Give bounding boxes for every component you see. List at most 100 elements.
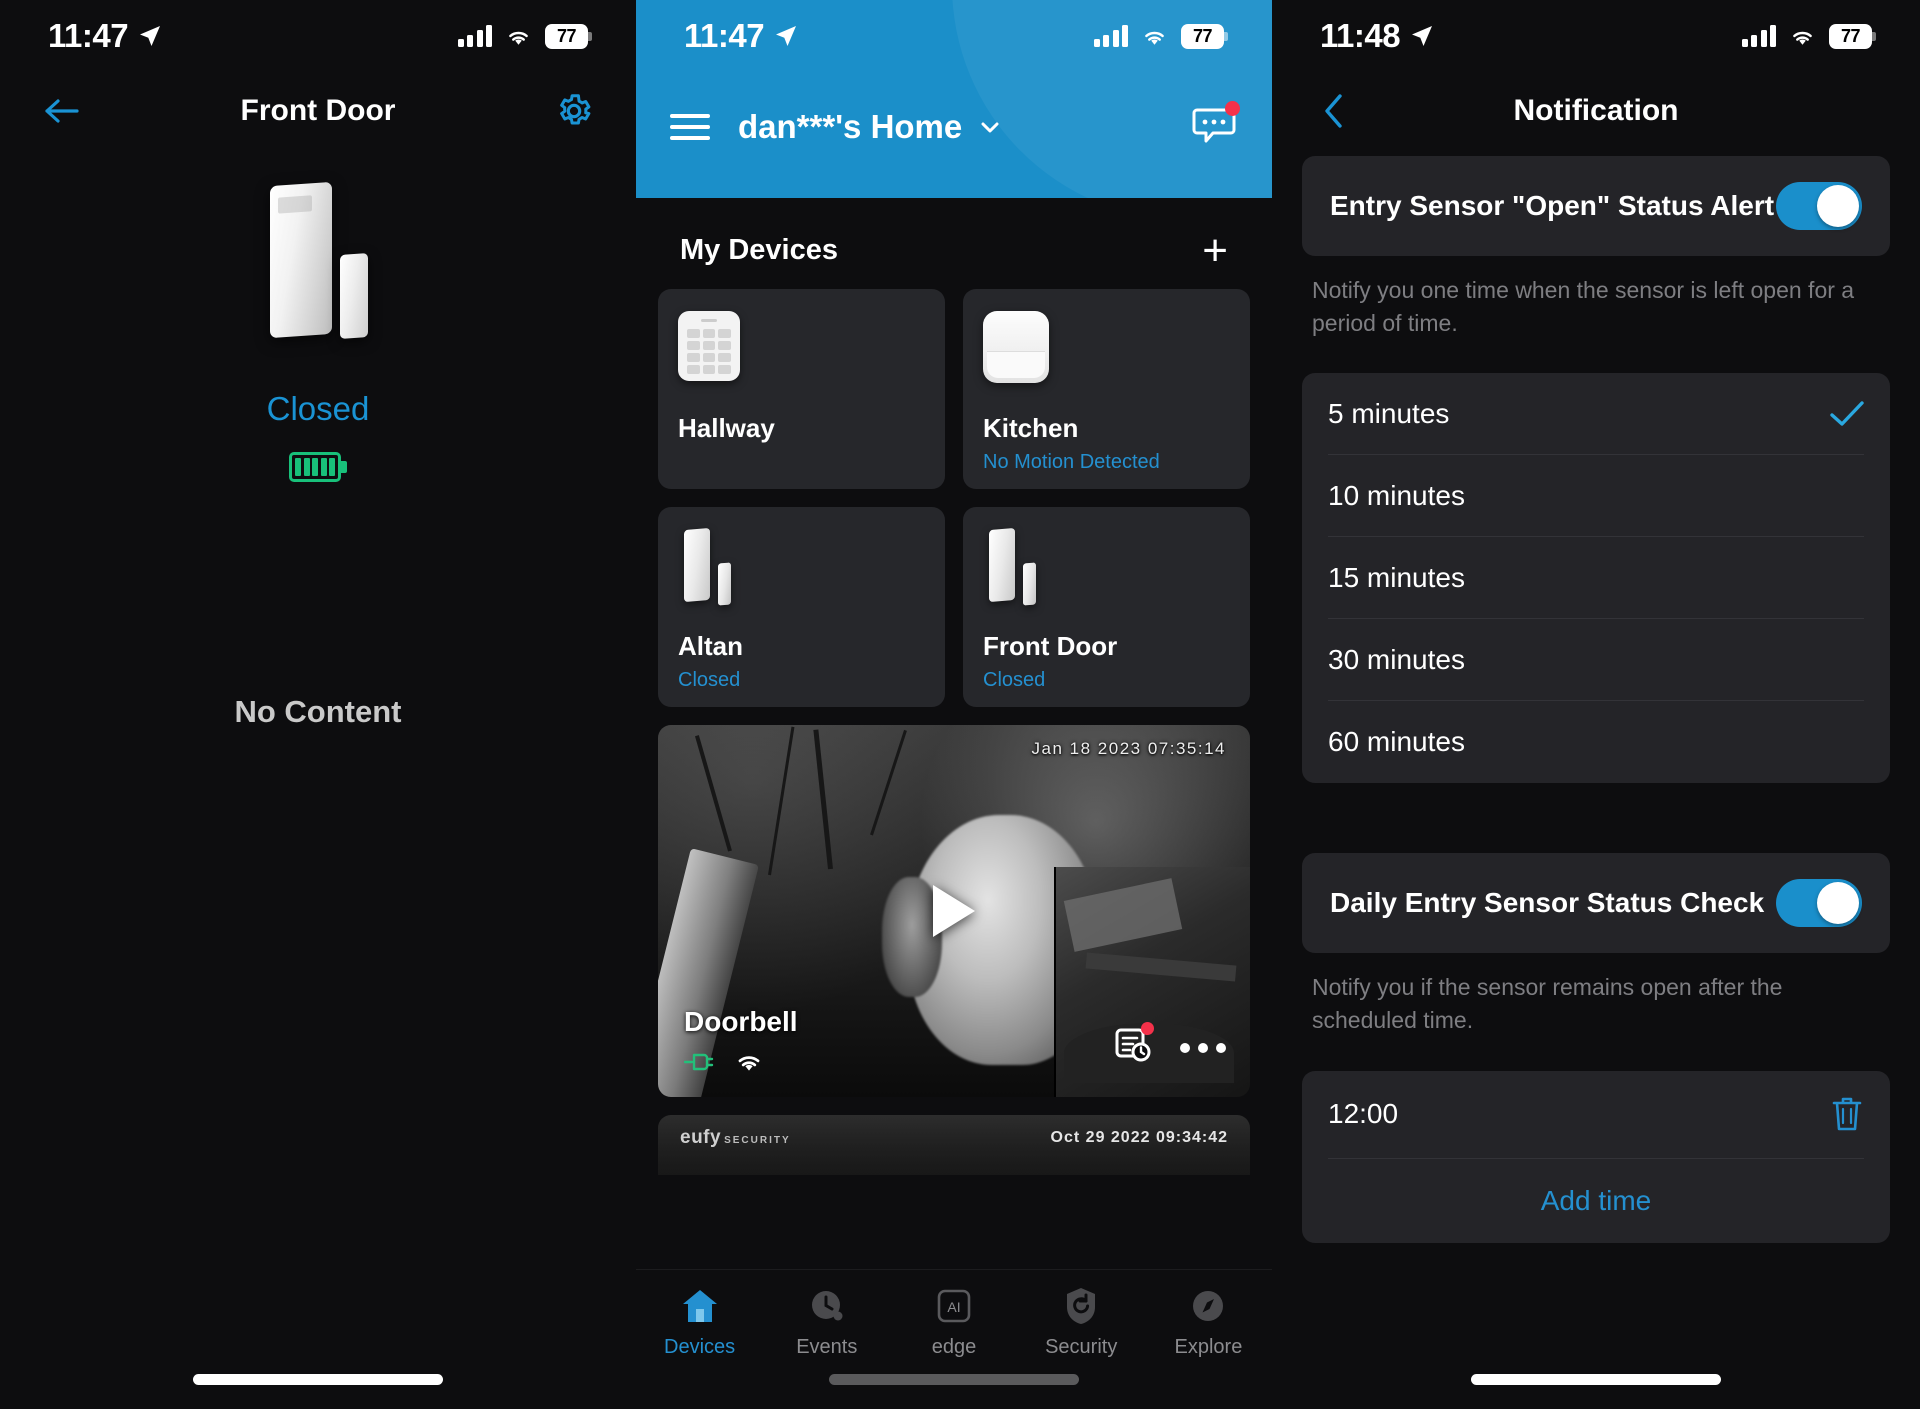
- entry-sensor-icon: [983, 527, 1230, 615]
- wifi-icon: [1793, 31, 1812, 45]
- status-bar-panel1: 11:47 77: [0, 0, 636, 72]
- messages-button[interactable]: [1192, 100, 1240, 151]
- status-bar-left: 11:47: [48, 17, 162, 55]
- gear-icon: [560, 94, 591, 125]
- trash-icon[interactable]: [1830, 1095, 1864, 1133]
- tab-label: Security: [1045, 1335, 1118, 1358]
- play-icon[interactable]: [933, 885, 975, 937]
- notification-body: Entry Sensor "Open" Status Alert Notify …: [1272, 156, 1920, 1243]
- device-status: Closed: [983, 669, 1046, 691]
- check-icon: [1830, 401, 1864, 426]
- wifi-icon: [738, 1056, 760, 1071]
- device-name: Altan: [678, 631, 743, 661]
- back-button[interactable]: [34, 83, 90, 139]
- status-bar-right: 77: [1741, 23, 1876, 49]
- more-options-icon[interactable]: [1180, 1042, 1226, 1053]
- home-name-label[interactable]: dan***'s Home: [738, 108, 962, 146]
- device-card-altan[interactable]: Altan Closed: [658, 507, 945, 707]
- status-bar-left: 11:47: [684, 17, 798, 55]
- empty-state-label: No Content: [234, 694, 402, 729]
- section-title: My Devices: [680, 234, 838, 266]
- back-button[interactable]: [1306, 83, 1362, 139]
- battery-percent: 77: [556, 25, 577, 46]
- device-grid: Hallway Kitchen No Motion Detected Altan…: [636, 289, 1272, 707]
- home-icon: [680, 1285, 720, 1327]
- status-bar-left: 11:48: [1320, 17, 1434, 55]
- tab-explore[interactable]: Explore: [1145, 1285, 1272, 1359]
- tab-edge[interactable]: AI edge: [890, 1285, 1017, 1359]
- device-card-kitchen[interactable]: Kitchen No Motion Detected: [963, 289, 1250, 489]
- tab-label: Events: [796, 1335, 858, 1358]
- wifi-icon: [1145, 31, 1164, 45]
- doorbell-video-card[interactable]: Jan 18 2023 07:35:14 Doorbell: [658, 725, 1250, 1097]
- battery-status-icon: 77: [545, 23, 592, 49]
- option-label: 30 minutes: [1328, 643, 1465, 675]
- tab-events[interactable]: Events: [763, 1285, 890, 1359]
- video-footer: Doorbell: [684, 1006, 798, 1073]
- device-card-front-door[interactable]: Front Door Closed: [963, 507, 1250, 707]
- shield-icon: [1064, 1285, 1098, 1327]
- schedule-time-card: 12:00 Add time: [1302, 1070, 1890, 1243]
- device-detail-body: Closed No Content: [0, 150, 636, 730]
- device-card-hallway[interactable]: Hallway: [658, 289, 945, 489]
- next-clip-preview[interactable]: eufy SECURITY Oct 29 2022 09:34:42: [658, 1115, 1250, 1175]
- device-name: Hallway: [678, 413, 775, 443]
- panel-front-door-detail: 11:47 77 Front Door Closed No Content: [0, 0, 636, 1409]
- ai-icon: AI: [936, 1285, 972, 1327]
- duration-option-60[interactable]: 60 minutes: [1328, 701, 1864, 783]
- panel-my-devices: 11:47 77 dan***'s Home My Devices + Hall…: [636, 0, 1272, 1409]
- daily-status-check-row[interactable]: Daily Entry Sensor Status Check: [1302, 853, 1890, 954]
- location-arrow-icon: [1412, 26, 1433, 46]
- status-time: 11:48: [1320, 17, 1401, 54]
- home-indicator: [1471, 1374, 1721, 1385]
- status-time: 11:47: [684, 17, 765, 54]
- video-timestamp: Jan 18 2023 07:35:14: [1031, 739, 1226, 758]
- event-history-button[interactable]: [1114, 1022, 1154, 1069]
- status-bar-right: 77: [457, 23, 592, 49]
- add-device-button[interactable]: +: [1202, 228, 1228, 272]
- entry-open-alert-row[interactable]: Entry Sensor "Open" Status Alert: [1302, 156, 1890, 256]
- battery-full-icon: [289, 452, 347, 482]
- setting-label: Entry Sensor "Open" Status Alert: [1330, 190, 1775, 221]
- tab-label: edge: [931, 1335, 977, 1358]
- add-time-button[interactable]: Add time: [1328, 1159, 1864, 1243]
- entry-open-alert-hint: Notify you one time when the sensor is l…: [1312, 277, 1855, 336]
- chevron-down-icon[interactable]: [978, 115, 1002, 139]
- hamburger-icon[interactable]: [670, 114, 710, 140]
- option-label: 10 minutes: [1328, 479, 1465, 511]
- arrow-left-icon: [45, 99, 79, 123]
- location-arrow-icon: [776, 26, 797, 46]
- schedule-time-value: 12:00: [1328, 1098, 1399, 1130]
- battery-status-icon: 77: [1181, 23, 1228, 49]
- cellular-signal-icon: [457, 25, 492, 47]
- tab-label: Explore: [1174, 1335, 1243, 1358]
- schedule-time-row[interactable]: 12:00: [1328, 1071, 1864, 1159]
- tab-security[interactable]: Security: [1018, 1285, 1145, 1359]
- duration-option-5[interactable]: 5 minutes: [1328, 373, 1864, 456]
- device-status: No Motion Detected: [983, 451, 1160, 473]
- battery-status-icon: 77: [1829, 23, 1876, 49]
- tab-devices[interactable]: Devices: [636, 1285, 763, 1359]
- settings-button[interactable]: [546, 83, 602, 139]
- daily-status-check-toggle[interactable]: [1776, 879, 1862, 928]
- entry-open-alert-toggle[interactable]: [1776, 182, 1862, 230]
- message-badge: [1225, 100, 1240, 116]
- device-status: Closed: [678, 669, 741, 691]
- svg-text:AI: AI: [947, 1299, 960, 1315]
- duration-option-30[interactable]: 30 minutes: [1328, 619, 1864, 702]
- duration-option-10[interactable]: 10 minutes: [1328, 455, 1864, 538]
- duration-options-list: 5 minutes 10 minutes 15 minutes 30 minut…: [1302, 373, 1890, 784]
- home-indicator: [829, 1374, 1079, 1385]
- clock-icon: [808, 1285, 846, 1327]
- entry-sensor-image: [218, 178, 418, 368]
- chevron-left-icon: [1325, 94, 1342, 128]
- video-status-icons: [684, 1050, 798, 1073]
- duration-option-15[interactable]: 15 minutes: [1328, 537, 1864, 620]
- location-arrow-icon: [140, 26, 161, 46]
- daily-status-check-hint: Notify you if the sensor remains open af…: [1312, 974, 1783, 1033]
- entry-sensor-icon: [678, 527, 925, 615]
- status-bar-panel3: 11:48 77: [1272, 0, 1920, 72]
- three-phone-screenshots: 11:47 77 Front Door Closed No Content 11…: [0, 0, 1920, 1409]
- video-tools: [1114, 1022, 1226, 1069]
- option-label: 15 minutes: [1328, 561, 1465, 593]
